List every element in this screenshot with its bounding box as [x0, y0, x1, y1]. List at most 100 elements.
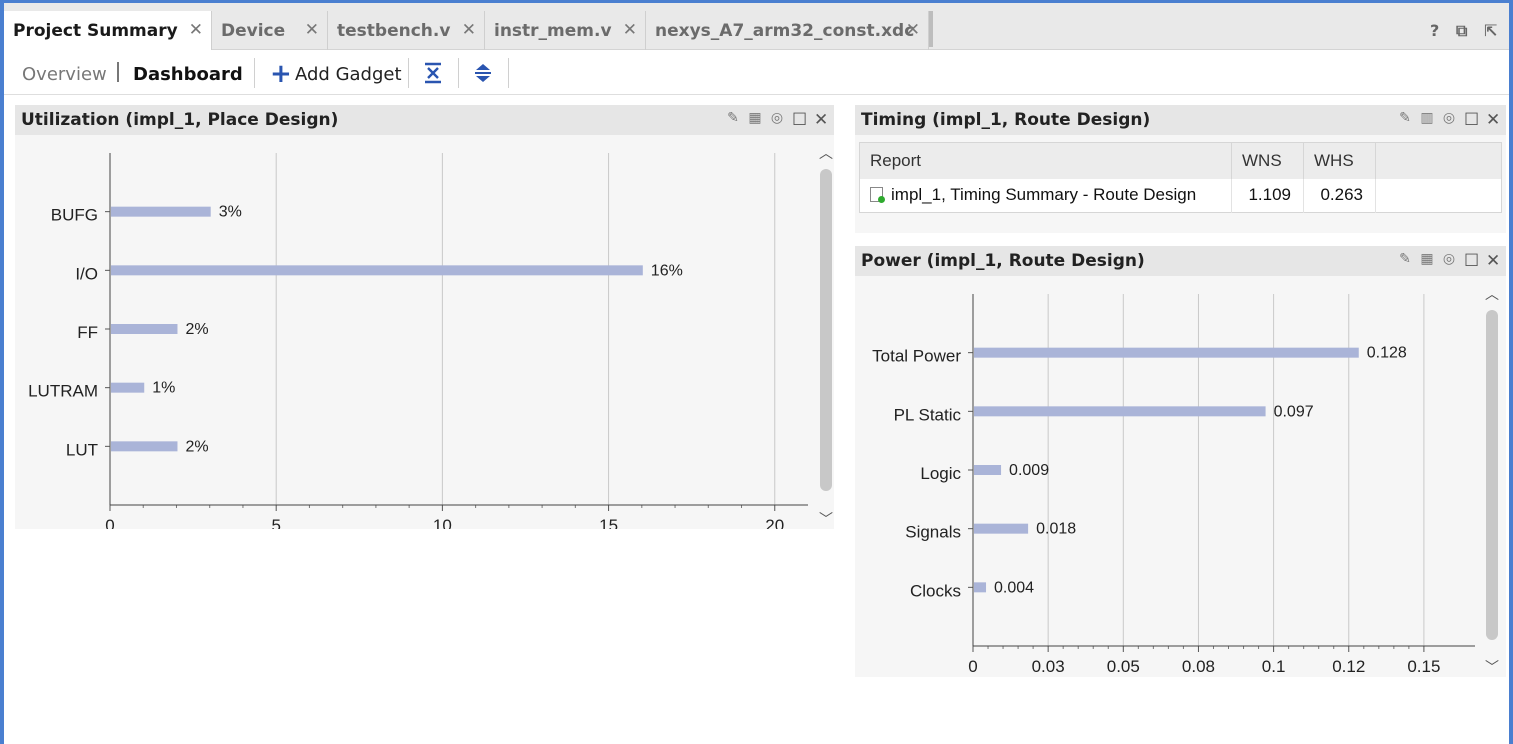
panel-tools: ✎ ▦ ◎ ☐ ✕	[1398, 251, 1500, 271]
close-icon[interactable]: ✕	[1486, 251, 1500, 271]
settings-icon[interactable]: ◎	[1442, 110, 1456, 130]
utilization-header: Utilization (impl_1, Place Design) ✎ ▦ ◎…	[15, 105, 834, 135]
wns-cell: 1.109	[1231, 178, 1304, 213]
close-icon[interactable]: ✕	[906, 20, 920, 40]
power-category-label: Total Power	[872, 347, 961, 366]
tab-xdc[interactable]: nexys_A7_arm32_const.xdc ✕	[646, 11, 929, 50]
util-tick-label: 20	[765, 516, 784, 529]
settings-icon[interactable]: ◎	[770, 110, 784, 130]
util-bar-value-label: 3%	[219, 204, 242, 221]
panel-title: Power (impl_1, Route Design)	[861, 251, 1145, 271]
close-icon[interactable]: ✕	[623, 20, 637, 40]
power-bar	[974, 406, 1266, 417]
timing-table: Report WNS WHS impl_1, Timing Summary - …	[859, 142, 1502, 213]
scroll-down-icon[interactable]: ﹀	[1485, 657, 1499, 677]
power-bar-value-label: 0.009	[1009, 462, 1049, 479]
power-bar	[974, 582, 987, 593]
active-indicator	[117, 62, 119, 82]
column-header-empty	[1375, 142, 1502, 179]
util-bar	[111, 441, 178, 452]
util-tick-label: 10	[433, 516, 452, 529]
utilization-chart: 0 5 10 15 20 BUFG 3% I/O 16% FF 2% LUTRAM 1% LUT 2%	[28, 153, 808, 529]
tab-instr-mem[interactable]: instr_mem.v ✕	[485, 11, 646, 50]
maximize-icon[interactable]: ☐	[1464, 110, 1479, 130]
scroll-up-icon[interactable]: ︿	[1485, 284, 1499, 304]
dashboard-tab[interactable]: Dashboard	[133, 64, 243, 85]
expand-all-icon[interactable]	[473, 62, 493, 89]
close-icon[interactable]: ✕	[462, 20, 476, 40]
scroll-up-icon[interactable]: ︿	[819, 143, 833, 163]
power-chart: 0 0.03 0.05 0.08 0.1 0.12 0.15 Total Power 0.128…	[872, 294, 1475, 676]
tab-testbench[interactable]: testbench.v ✕	[328, 11, 485, 50]
table-row[interactable]: impl_1, Timing Summary - Route Design 1.…	[859, 178, 1502, 213]
column-header[interactable]: Report	[859, 142, 1232, 179]
power-bar-value-label: 0.018	[1036, 521, 1076, 538]
power-tick-label: 0.05	[1107, 657, 1140, 676]
table-view-icon[interactable]: ▦	[748, 110, 762, 130]
power-bar	[974, 347, 1359, 358]
table-view-icon[interactable]: ▦	[1420, 251, 1434, 271]
util-bar	[111, 265, 643, 276]
add-icon[interactable]: +	[270, 59, 292, 89]
close-icon[interactable]: ✕	[305, 20, 319, 40]
tab-label: Project Summary	[13, 21, 178, 41]
utilization-scrollbar[interactable]: ︿ ﹀	[819, 143, 833, 529]
report-cell[interactable]: impl_1, Timing Summary - Route Design	[859, 178, 1232, 213]
close-icon[interactable]: ✕	[189, 20, 203, 40]
power-category-label: Signals	[905, 523, 961, 542]
power-bar-value-label: 0.097	[1274, 403, 1314, 420]
tab-bar-divider	[929, 11, 933, 47]
scroll-down-icon[interactable]: ﹀	[819, 509, 833, 529]
power-tick-label: 0.03	[1032, 657, 1065, 676]
settings-icon[interactable]: ◎	[1442, 251, 1456, 271]
tab-label: testbench.v	[337, 20, 451, 41]
util-bar-value-label: 2%	[185, 438, 208, 455]
close-icon[interactable]: ✕	[1486, 110, 1500, 130]
add-gadget-button[interactable]: Add Gadget	[295, 64, 402, 85]
table-header-row: Report WNS WHS	[859, 142, 1502, 179]
tab-label: nexys_A7_arm32_const.xdc	[655, 20, 915, 41]
restore-icon[interactable]: ⧉	[1456, 21, 1467, 41]
util-category-label: LUT	[66, 440, 98, 459]
tab-device[interactable]: Device ✕	[212, 11, 328, 50]
empty-cell	[1376, 179, 1502, 213]
maximize-icon[interactable]: ☐	[1464, 251, 1479, 271]
editor-tab-bar: Project Summary ✕ Device ✕ testbench.v ✕…	[4, 3, 1509, 51]
power-category-label: Logic	[920, 464, 961, 483]
close-icon[interactable]: ✕	[814, 110, 828, 130]
tab-project-summary[interactable]: Project Summary ✕	[4, 11, 212, 51]
edit-icon[interactable]: ✎	[1398, 110, 1412, 130]
power-tick-label: 0.1	[1262, 657, 1286, 676]
edit-icon[interactable]: ✎	[726, 110, 740, 130]
power-tick-label: 0.15	[1407, 657, 1440, 676]
tab-label: instr_mem.v	[494, 20, 612, 41]
edit-icon[interactable]: ✎	[1398, 251, 1412, 271]
float-icon[interactable]: ⇱	[1484, 21, 1497, 40]
power-category-label: PL Static	[894, 405, 962, 424]
power-scrollbar[interactable]: ︿ ﹀	[1485, 284, 1499, 677]
chart-view-icon[interactable]: ▥	[1420, 110, 1434, 130]
maximize-icon[interactable]: ☐	[792, 110, 807, 130]
util-tick-label: 0	[105, 516, 114, 529]
help-icon[interactable]: ?	[1430, 21, 1439, 40]
scroll-thumb[interactable]	[1486, 310, 1498, 640]
panel-tools: ✎ ▥ ◎ ☐ ✕	[1398, 110, 1500, 130]
util-category-label: FF	[77, 323, 98, 342]
column-header[interactable]: WHS	[1303, 142, 1376, 179]
util-bar-value-label: 1%	[152, 380, 175, 397]
util-category-label: I/O	[75, 264, 98, 283]
panel-title: Utilization (impl_1, Place Design)	[21, 110, 339, 130]
scroll-thumb[interactable]	[820, 169, 832, 491]
timing-panel: Timing (impl_1, Route Design) ✎ ▥ ◎ ☐ ✕ …	[855, 105, 1506, 233]
toolbar-divider	[458, 58, 459, 88]
power-bar	[974, 523, 1029, 534]
overview-tab[interactable]: Overview	[22, 64, 107, 85]
util-bar-value-label: 2%	[185, 321, 208, 338]
tab-label: Device	[221, 20, 286, 41]
power-bar-value-label: 0.004	[994, 579, 1034, 596]
column-header[interactable]: WNS	[1231, 142, 1304, 179]
dashboard-toolbar: Overview Dashboard + Add Gadget	[4, 50, 1509, 95]
collapse-all-icon[interactable]	[423, 62, 443, 89]
power-bar-value-label: 0.128	[1367, 345, 1407, 362]
util-category-label: BUFG	[51, 206, 98, 225]
